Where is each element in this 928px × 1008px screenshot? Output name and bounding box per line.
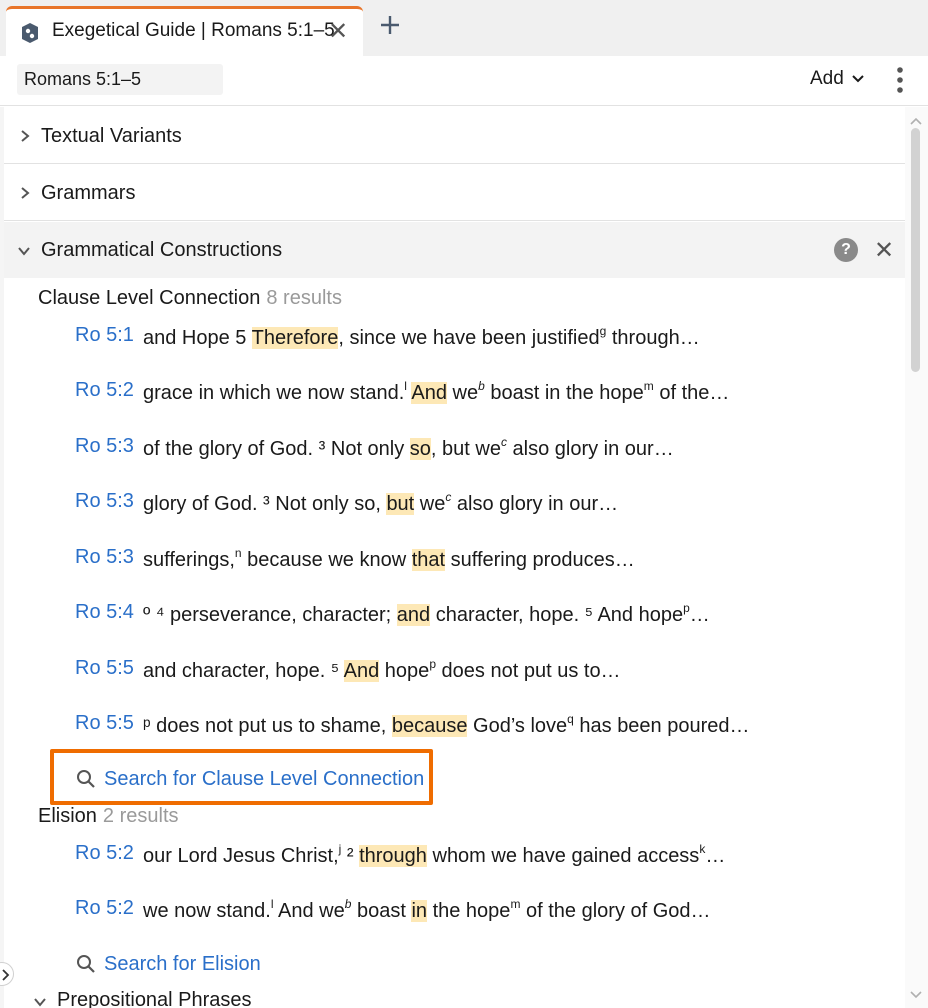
- section-prepositional-phrases[interactable]: Prepositional Phrases: [4, 985, 905, 1008]
- result-snippet: grace in which we now stand.l And web bo…: [143, 379, 730, 404]
- result-row[interactable]: Ro 5:3 glory of God. ³ Not only so, but …: [75, 490, 895, 530]
- result-row[interactable]: Ro 5:2 grace in which we now stand.l And…: [75, 379, 895, 419]
- more-options-icon[interactable]: [893, 66, 907, 94]
- verse-reference-link[interactable]: Ro 5:5: [75, 657, 134, 680]
- add-label: Add: [810, 68, 844, 89]
- result-row[interactable]: Ro 5:3 of the glory of God. ³ Not only s…: [75, 435, 895, 475]
- exegetical-guide-icon: [22, 23, 38, 43]
- scroll-up-icon[interactable]: [909, 116, 923, 126]
- scrollbar-thumb[interactable]: [911, 128, 920, 372]
- chevron-down-icon: [34, 998, 46, 1007]
- result-row[interactable]: Ro 5:3 sufferings,n because we know that…: [75, 546, 895, 586]
- search-link-label: Search for Elision: [104, 952, 261, 975]
- close-section-icon[interactable]: ✕: [874, 236, 894, 265]
- section-label: Prepositional Phrases: [57, 989, 252, 1008]
- search-elision-link[interactable]: Search for Elision: [76, 948, 261, 980]
- result-count: 8 results: [266, 287, 342, 309]
- result-snippet: and character, hope. ⁵ And hopep does no…: [143, 657, 621, 682]
- result-row[interactable]: Ro 5:5 and character, hope. ⁵ And hopep …: [75, 657, 895, 697]
- chevron-down-icon: [18, 247, 30, 256]
- result-snippet: and Hope 5 Therefore, since we have been…: [143, 324, 700, 349]
- verse-reference-link[interactable]: Ro 5:2: [75, 897, 134, 920]
- search-link-label: Search for Clause Level Connection: [104, 767, 425, 790]
- reference-input[interactable]: [17, 64, 223, 95]
- section-label: Textual Variants: [41, 125, 182, 147]
- verse-reference-link[interactable]: Ro 5:3: [75, 490, 134, 513]
- result-snippet: our Lord Jesus Christ,j ² through whom w…: [143, 842, 726, 867]
- result-count: 2 results: [102, 805, 179, 827]
- search-icon: [77, 955, 95, 973]
- group-title-text: Clause Level Connection: [38, 287, 261, 309]
- result-snippet: of the glory of God. ³ Not only so, but …: [143, 435, 674, 460]
- result-row[interactable]: Ro 5:4 º ⁴ perseverance, character; and …: [75, 601, 895, 641]
- result-snippet: ᵖ does not put us to shame, because God’…: [143, 712, 750, 737]
- tab-title: Exegetical Guide | Romans 5:1–5: [52, 20, 335, 41]
- verse-reference-link[interactable]: Ro 5:3: [75, 546, 134, 569]
- section-label: Grammars: [41, 182, 136, 204]
- help-icon[interactable]: ?: [834, 238, 858, 262]
- verse-reference-link[interactable]: Ro 5:2: [75, 842, 134, 865]
- result-snippet: º ⁴ perseverance, character; and charact…: [143, 601, 710, 626]
- result-row[interactable]: Ro 5:2 we now stand.l And web boast in t…: [75, 897, 895, 937]
- search-clause-level-link[interactable]: Search for Clause Level Connection: [76, 763, 424, 795]
- section-grammatical-constructions[interactable]: Grammatical Constructions ? ✕: [4, 222, 905, 278]
- result-snippet: glory of God. ³ Not only so, but wec als…: [143, 490, 619, 515]
- toolbar: Add: [0, 56, 928, 106]
- section-label: Grammatical Constructions: [41, 239, 283, 261]
- group-title-clause-level: Clause Level Connection 8 results: [38, 287, 342, 310]
- section-textual-variants[interactable]: Textual Variants: [4, 108, 905, 164]
- result-row[interactable]: Ro 5:1 and Hope 5 Therefore, since we ha…: [75, 324, 895, 364]
- verse-reference-link[interactable]: Ro 5:5: [75, 712, 134, 735]
- result-snippet: sufferings,n because we know that suffer…: [143, 546, 635, 571]
- search-icon: [77, 770, 95, 788]
- tab-exegetical-guide[interactable]: Exegetical Guide | Romans 5:1–5 ✕: [6, 6, 363, 56]
- group-title-elision: Elision 2 results: [38, 805, 179, 828]
- chevron-down-icon: [852, 75, 864, 83]
- scroll-down-icon[interactable]: [909, 990, 923, 1000]
- new-tab-plus-icon[interactable]: [378, 13, 402, 37]
- chevron-right-icon: [21, 130, 30, 142]
- verse-reference-link[interactable]: Ro 5:2: [75, 379, 134, 402]
- result-row[interactable]: Ro 5:5 ᵖ does not put us to shame, becau…: [75, 712, 895, 752]
- tab-close-icon[interactable]: ✕: [328, 17, 348, 46]
- result-row[interactable]: Ro 5:2 our Lord Jesus Christ,j ² through…: [75, 842, 895, 882]
- verse-reference-link[interactable]: Ro 5:4: [75, 601, 134, 624]
- section-grammars[interactable]: Grammars: [4, 165, 905, 221]
- result-snippet: we now stand.l And web boast in the hope…: [143, 897, 711, 922]
- verse-reference-link[interactable]: Ro 5:1: [75, 324, 134, 347]
- chevron-right-icon: [2, 969, 10, 981]
- add-button[interactable]: Add: [810, 68, 864, 90]
- chevron-right-icon: [21, 187, 30, 199]
- guide-content: Textual Variants Grammars Grammatical Co…: [4, 107, 905, 1008]
- group-title-text: Elision: [38, 805, 97, 827]
- tab-bar: Exegetical Guide | Romans 5:1–5 ✕: [0, 0, 928, 56]
- verse-reference-link[interactable]: Ro 5:3: [75, 435, 134, 458]
